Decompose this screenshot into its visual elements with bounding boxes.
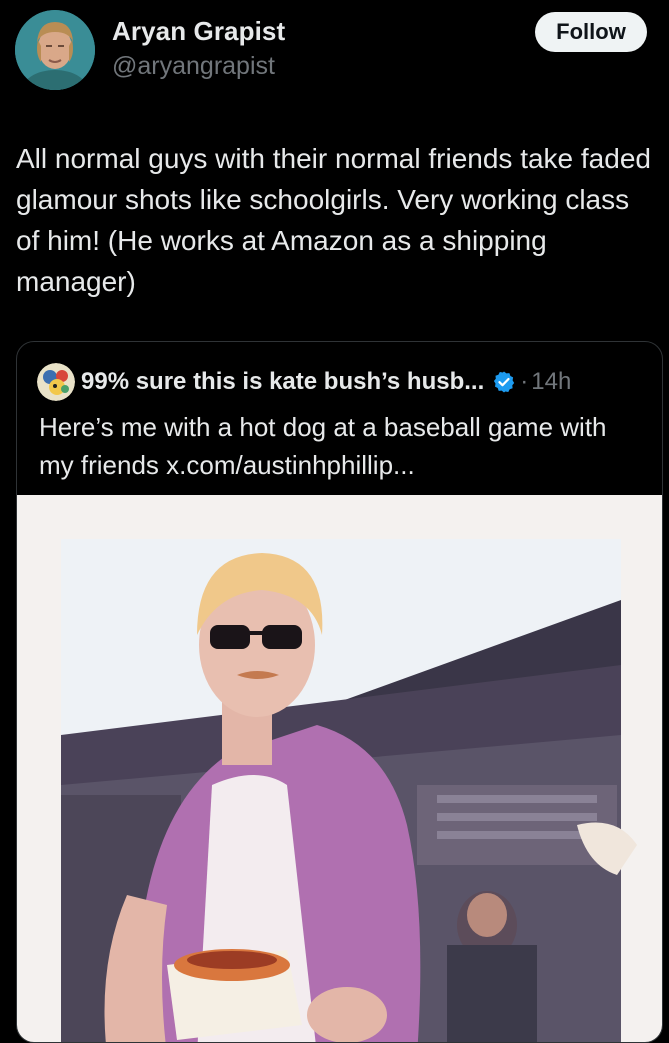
quoted-avatar-illustration xyxy=(37,363,75,401)
tweet-header: Aryan Grapist @aryangrapist Follow xyxy=(0,0,669,110)
quoted-tweet-photo[interactable] xyxy=(17,495,662,1042)
verified-badge-icon xyxy=(494,371,515,393)
author-handle[interactable]: @aryangrapist xyxy=(112,52,275,81)
avatar-photo xyxy=(15,10,95,90)
quoted-author-avatar[interactable] xyxy=(37,363,75,401)
quoted-author-name[interactable]: 99% sure this is kate bush’s husb... xyxy=(81,368,484,396)
author-display-name[interactable]: Aryan Grapist xyxy=(112,16,285,47)
quoted-tweet-card[interactable]: 99% sure this is kate bush’s husb... · 1… xyxy=(16,341,663,1043)
quoted-timestamp[interactable]: 14h xyxy=(531,368,571,396)
quoted-tweet-header: 99% sure this is kate bush’s husb... · 1… xyxy=(37,363,571,401)
polaroid-photo-image xyxy=(17,495,662,1042)
author-avatar[interactable] xyxy=(15,10,95,90)
tweet-text: All normal guys with their normal friend… xyxy=(16,143,651,297)
quoted-separator: · xyxy=(520,368,529,395)
quoted-tweet-text: Here’s me with a hot dog at a baseball g… xyxy=(39,412,607,480)
follow-button[interactable]: Follow xyxy=(535,12,647,52)
